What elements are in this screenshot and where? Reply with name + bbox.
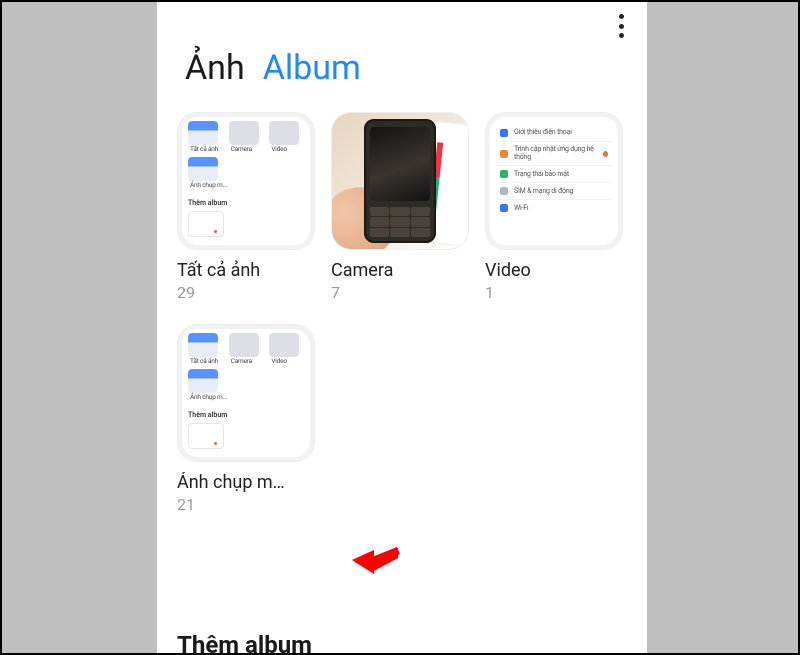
add-album-heading: Thêm album <box>177 631 312 653</box>
album-thumb[interactable]: Giới thiệu điện thoại Trình cập nhật ứng… <box>485 112 623 250</box>
album-count: 29 <box>177 283 315 302</box>
mini-ui-thumb: Tất cả ảnh Camera Video <box>182 117 310 245</box>
album-title: Ảnh chụp m… <box>177 472 315 493</box>
album-grid: Tất cả ảnh Camera Video <box>157 106 647 514</box>
album-thumb[interactable] <box>331 112 469 250</box>
album-item-video[interactable]: Giới thiệu điện thoại Trình cập nhật ứng… <box>485 112 623 302</box>
phone-screen: Ảnh Album Tất cả ảnh Cam <box>157 2 647 653</box>
album-thumb[interactable]: Tất cả ảnh Camera Video <box>177 324 315 462</box>
tab-photos[interactable]: Ảnh <box>185 48 245 88</box>
view-tabs: Ảnh Album <box>157 42 647 106</box>
mini-ui-thumb: Tất cả ảnh Camera Video <box>182 329 310 457</box>
album-item-camera[interactable]: Camera 7 <box>331 112 469 302</box>
outer-frame: Ảnh Album Tất cả ảnh Cam <box>0 0 800 655</box>
album-count: 21 <box>177 495 315 514</box>
album-count: 7 <box>331 283 469 302</box>
tab-album[interactable]: Album <box>263 48 361 88</box>
album-title: Tất cả ảnh <box>177 260 315 281</box>
album-thumb[interactable]: Tất cả ảnh Camera Video <box>177 112 315 250</box>
album-title: Camera <box>331 260 469 281</box>
album-title: Video <box>485 260 623 281</box>
album-item-all-photos[interactable]: Tất cả ảnh Camera Video <box>177 112 315 302</box>
album-item-screenshots[interactable]: Tất cả ảnh Camera Video <box>177 324 315 514</box>
more-vertical-icon[interactable] <box>609 12 633 40</box>
settings-ui-thumb: Giới thiệu điện thoại Trình cập nhật ứng… <box>490 117 618 245</box>
album-count: 1 <box>485 283 623 302</box>
camera-photo-thumb <box>332 113 468 249</box>
header-bar <box>157 2 647 42</box>
